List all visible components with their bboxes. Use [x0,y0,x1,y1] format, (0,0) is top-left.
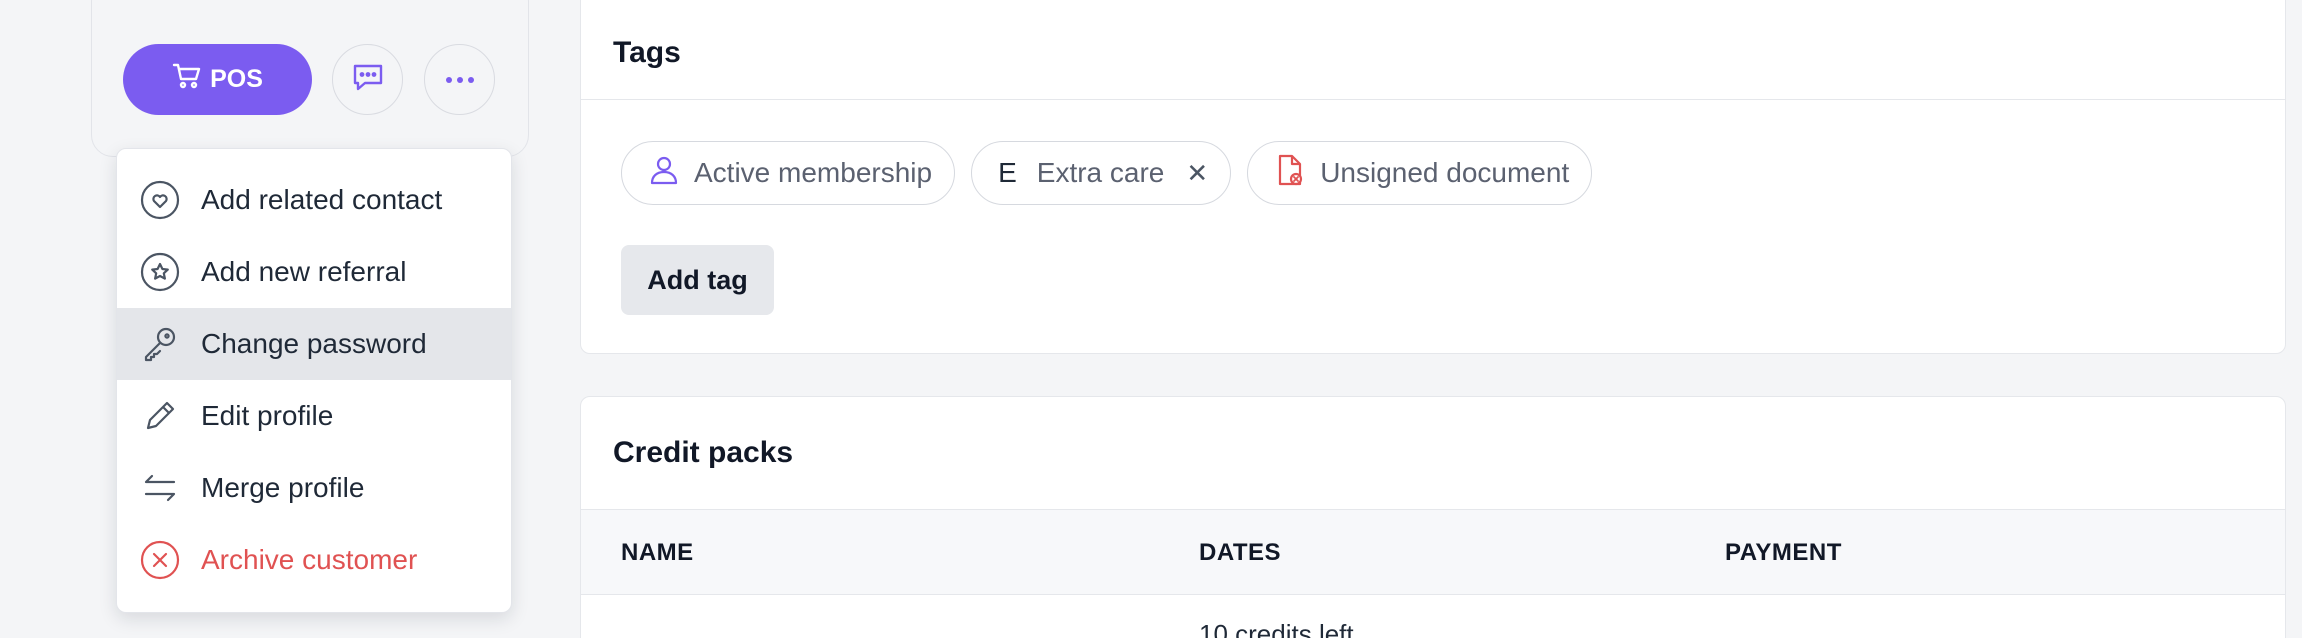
pos-button[interactable]: POS [123,44,312,115]
tags-header: Tags [581,0,2285,100]
user-icon [648,154,680,193]
credit-packs-panel: Credit packs NAME DATES PAYMENT 10 credi… [580,396,2286,638]
star-circle-icon [139,251,181,293]
menu-item-add-new-referral[interactable]: Add new referral [117,236,511,308]
cart-icon [172,62,202,97]
tag-label: Extra care [1036,157,1165,188]
menu-item-label: Archive customer [201,544,418,575]
chat-button[interactable] [332,44,403,115]
more-options-button[interactable] [424,44,495,115]
add-tag-button[interactable]: Add tag [621,245,774,315]
menu-item-archive-customer[interactable]: Archive customer [117,524,511,596]
credit-packs-table-header: NAME DATES PAYMENT [581,509,2285,595]
tags-panel: Tags Active membership E Extra care ✕ Un… [580,0,2286,354]
tag-extra-care[interactable]: E Extra care ✕ [971,141,1232,205]
heart-circle-icon [139,179,181,221]
table-cell-dates: 10 credits left [1199,619,1354,638]
credit-packs-header: Credit packs [581,397,2285,509]
tag-unsigned-document[interactable]: Unsigned document [1247,141,1593,205]
menu-item-merge-profile[interactable]: Merge profile [117,452,511,524]
key-icon [139,323,181,365]
document-x-icon [1274,153,1306,194]
pos-label: POS [210,65,263,93]
more-horizontal-icon [445,71,475,89]
menu-item-label: Change password [201,328,427,359]
pencil-icon [139,395,181,437]
tag-label: Unsigned document [1320,157,1570,188]
menu-item-edit-profile[interactable]: Edit profile [117,380,511,452]
menu-item-label: Add related contact [201,184,443,215]
menu-item-label: Merge profile [201,472,365,503]
tags-title: Tags [613,36,681,69]
swap-arrows-icon [139,467,181,509]
remove-tag-icon[interactable]: ✕ [1186,158,1208,189]
more-options-menu: Add related contact Add new referral Cha… [116,148,512,613]
menu-item-add-related-contact[interactable]: Add related contact [117,164,511,236]
menu-item-label: Add new referral [201,256,407,287]
tag-label: Active membership [694,157,933,188]
menu-item-label: Edit profile [201,400,334,431]
credit-packs-title: Credit packs [613,436,794,469]
menu-item-change-password[interactable]: Change password [117,308,511,380]
tag-list: Active membership E Extra care ✕ Unsigne… [621,141,1593,205]
x-circle-icon [139,539,181,581]
tag-letter: E [998,157,1017,188]
column-header-name: NAME [621,539,694,566]
tag-active-membership[interactable]: Active membership [621,141,956,205]
column-header-dates: DATES [1199,539,1282,566]
column-header-payment: PAYMENT [1725,539,1842,566]
chat-bubble-icon [351,61,385,98]
